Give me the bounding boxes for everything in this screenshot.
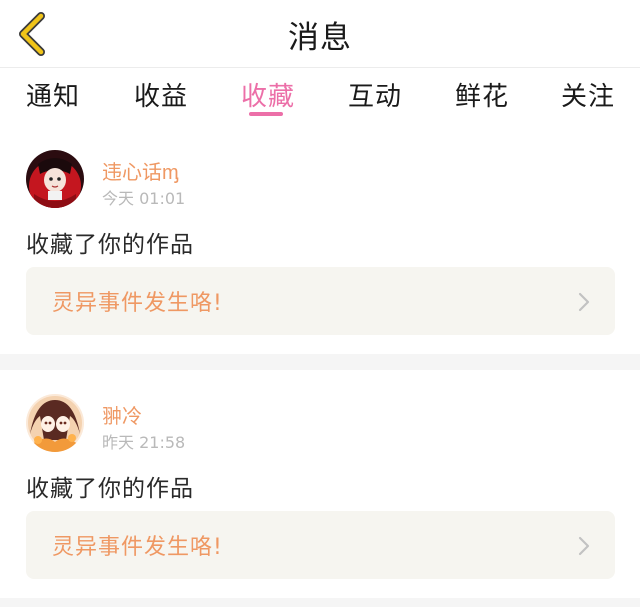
- timestamp: 今天 01:01: [102, 189, 186, 208]
- avatar-image: [26, 394, 84, 452]
- avatar[interactable]: [26, 150, 84, 208]
- page-title: 消息: [288, 20, 352, 56]
- work-title: 灵异事件发生咯!: [52, 291, 223, 316]
- tab-earnings[interactable]: 收益: [134, 76, 188, 113]
- user-name[interactable]: 违心话ᶆ: [102, 156, 179, 185]
- divider: [0, 598, 640, 607]
- action-text: 收藏了你的作品: [26, 232, 194, 258]
- tab-follow[interactable]: 关注: [561, 76, 615, 113]
- tab-flowers[interactable]: 鲜花: [455, 76, 509, 113]
- action-text: 收藏了你的作品: [26, 476, 194, 502]
- work-link[interactable]: 灵异事件发生咯!: [26, 511, 615, 579]
- tab-interaction[interactable]: 互动: [348, 76, 402, 113]
- notification-item: 翀冷 昨天 21:58 收藏了你的作品 灵异事件发生咯!: [0, 370, 640, 598]
- tab-bar: 通知 收益 收藏 互动 鲜花 关注: [0, 68, 640, 126]
- divider: [0, 354, 640, 370]
- tab-notice[interactable]: 通知: [26, 76, 80, 113]
- chevron-right-icon: [578, 292, 590, 312]
- notification-item: 违心话ᶆ 今天 01:01 收藏了你的作品 灵异事件发生咯!: [0, 126, 640, 354]
- chevron-right-icon: [578, 536, 590, 556]
- user-name[interactable]: 翀冷: [102, 400, 142, 429]
- active-tab-indicator: [249, 112, 283, 116]
- avatar[interactable]: [26, 394, 84, 452]
- avatar-image: [26, 150, 84, 208]
- tab-favorites[interactable]: 收藏: [241, 76, 295, 113]
- work-link[interactable]: 灵异事件发生咯!: [26, 267, 615, 335]
- top-bar: 消息: [0, 0, 640, 68]
- timestamp: 昨天 21:58: [102, 433, 186, 452]
- work-title: 灵异事件发生咯!: [52, 535, 223, 560]
